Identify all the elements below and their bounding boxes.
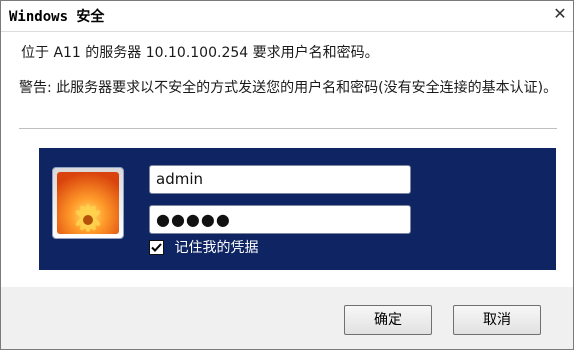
dialog-content: 位于 A11 的服务器 10.10.100.254 要求用户名和密码。 警告: … xyxy=(1,32,573,287)
username-field[interactable]: admin xyxy=(149,165,411,194)
remember-credentials[interactable]: 记住我的凭据 xyxy=(149,238,258,258)
credential-panel: admin ●●●●● 记住我的凭据 xyxy=(39,148,556,270)
cancel-button[interactable]: 取消 xyxy=(453,305,541,335)
warning-message: 警告: 此服务器要求以不安全的方式发送您的用户名和密码(没有安全连接的基本认证)… xyxy=(19,80,558,96)
user-avatar-icon xyxy=(52,167,124,239)
remember-checkbox[interactable] xyxy=(149,239,164,255)
button-bar: 确定 取消 xyxy=(1,287,573,349)
title-bar: Windows 安全 ✕ xyxy=(1,1,573,32)
close-icon[interactable]: ✕ xyxy=(551,6,569,24)
window-title: Windows 安全 xyxy=(9,9,105,25)
credential-dialog: Windows 安全 ✕ 位于 A11 的服务器 10.10.100.254 要… xyxy=(0,0,574,350)
ok-button[interactable]: 确定 xyxy=(344,305,432,335)
server-message: 位于 A11 的服务器 10.10.100.254 要求用户名和密码。 xyxy=(21,45,379,61)
password-field[interactable]: ●●●●● xyxy=(149,205,411,234)
remember-label: 记住我的凭据 xyxy=(174,240,259,256)
separator xyxy=(19,128,557,129)
